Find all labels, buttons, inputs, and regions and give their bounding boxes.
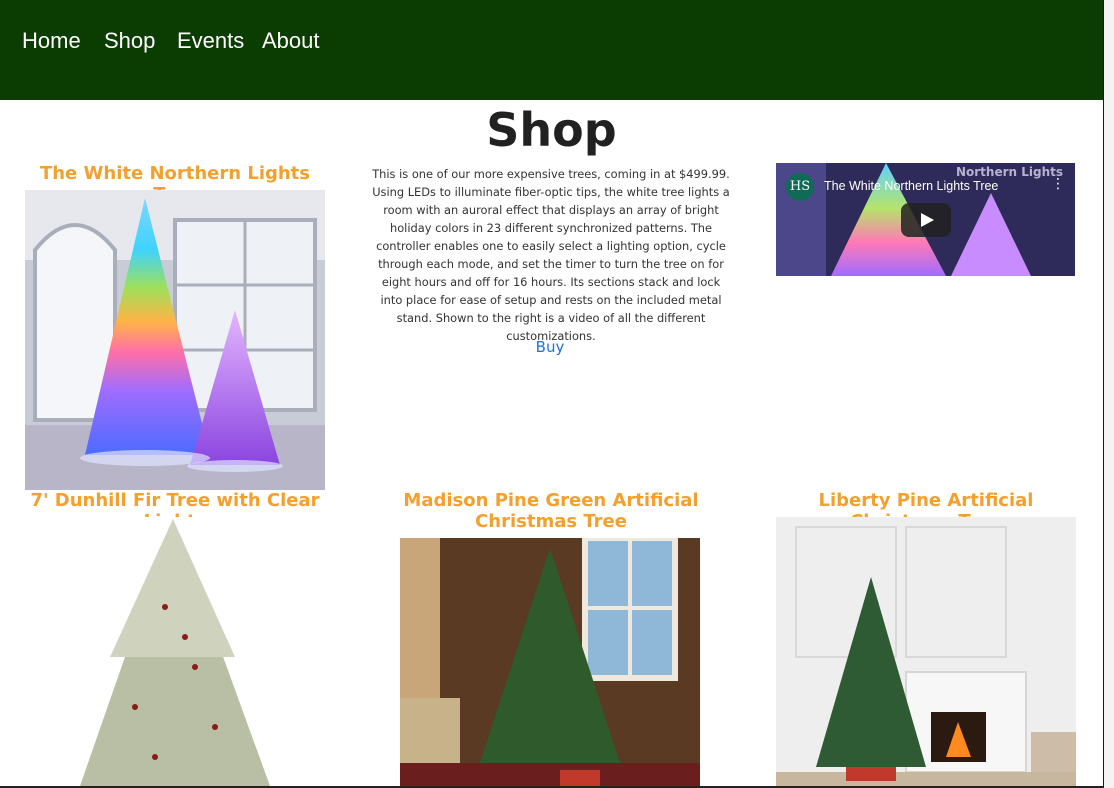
- more-options-icon[interactable]: ⋮: [1051, 177, 1065, 191]
- nav-about-link[interactable]: About: [262, 28, 320, 54]
- product-video-player[interactable]: Northern Lights HS The White Northern Li…: [776, 163, 1075, 276]
- play-button-icon[interactable]: [901, 203, 951, 237]
- liberty-pine-tree-image: [776, 517, 1076, 786]
- video-title[interactable]: The White Northern Lights Tree: [824, 179, 998, 193]
- product-description: This is one of our more expensive trees,…: [372, 167, 730, 343]
- nav-shop-link[interactable]: Shop: [104, 28, 155, 54]
- window-scrollbar[interactable]: [1103, 0, 1114, 788]
- buy-link[interactable]: Buy: [520, 338, 580, 356]
- top-navigation: Home Shop Events About: [0, 0, 1103, 100]
- nav-home-link[interactable]: Home: [22, 28, 81, 54]
- madison-pine-tree-image: [400, 538, 700, 786]
- product-title-madison-pine: Madison Pine Green Artificial Christmas …: [403, 490, 699, 532]
- channel-logo[interactable]: HS: [786, 173, 814, 201]
- page-title: Shop: [486, 103, 617, 157]
- northern-lights-tree-image: [25, 190, 325, 490]
- nav-events-link[interactable]: Events: [177, 28, 244, 54]
- video-overlay-text: Northern Lights: [955, 165, 1063, 179]
- dunhill-fir-tree-image: [25, 517, 325, 786]
